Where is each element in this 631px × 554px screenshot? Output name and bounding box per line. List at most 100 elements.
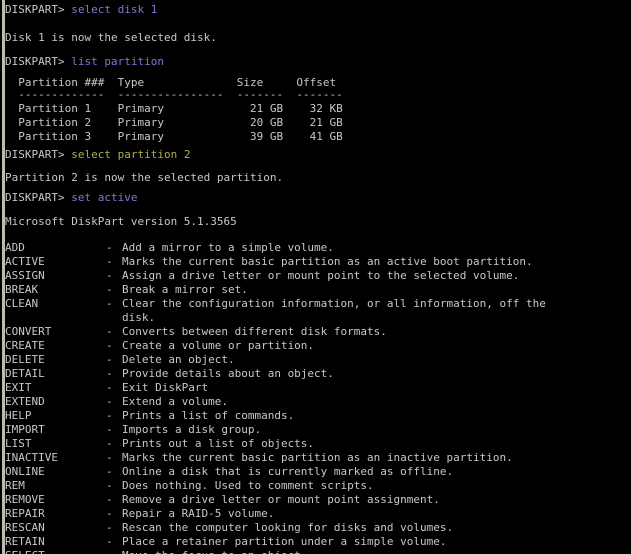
help-command-description: Provide details about an object. — [122, 367, 334, 380]
help-command-name: ADD — [5, 241, 25, 254]
help-command-name: DETAIL — [5, 367, 45, 380]
help-command-dash: - — [106, 507, 113, 520]
command-text-2: list partition — [64, 55, 164, 68]
help-command-row: LIST - Prints out a list of objects. — [5, 437, 314, 451]
help-command-description: Does nothing. Used to comment scripts. — [122, 479, 374, 492]
help-command-row: CREATE - Create a volume or partition. — [5, 339, 314, 353]
prompt-label-3: DISKPART> — [5, 148, 65, 161]
help-command-row: EXTEND - Extend a volume. — [5, 395, 228, 409]
diskpart-console-window[interactable]: DISKPART> select disk 1 Disk 1 is now th… — [0, 0, 631, 554]
console-line-command-4: DISKPART> set active — [5, 191, 137, 205]
help-command-name: INACTIVE — [5, 451, 58, 464]
help-command-name: BREAK — [5, 283, 39, 296]
help-command-row: REM - Does nothing. Used to comment script… — [5, 479, 374, 493]
help-command-description: Online a disk that is currently marked a… — [122, 465, 454, 478]
help-command-name: ONLINE — [5, 465, 45, 478]
help-command-dash: - — [106, 297, 113, 310]
help-command-row: ONLINE - Online a disk that is currently m… — [5, 465, 453, 479]
help-command-name: RETAIN — [5, 535, 45, 548]
table-row: Partition 3 Primary 39 GB 41 GB — [5, 130, 343, 143]
console-line-command-1: DISKPART> select disk 1 — [5, 3, 157, 17]
help-command-description: Imports a disk group. — [122, 423, 262, 436]
help-command-row: INACTIVE - Marks the current basic partiti… — [5, 451, 513, 465]
help-command-description: Prints out a list of objects. — [122, 437, 315, 450]
help-command-dash: - — [106, 255, 113, 268]
help-command-name: HELP — [5, 409, 32, 422]
help-command-dash: - — [106, 451, 113, 464]
help-command-dash: - — [106, 283, 113, 296]
partition-table-separator: ------------- ---------------- ------- -… — [5, 88, 343, 101]
help-command-dash: - — [106, 465, 113, 478]
console-line-command-2: DISKPART> list partition — [5, 55, 164, 69]
help-command-row: IMPORT - Imports a disk group. — [5, 423, 261, 437]
help-command-dash: - — [106, 395, 113, 408]
version-line: Microsoft DiskPart version 5.1.3565 — [5, 215, 237, 228]
help-command-description: Rescan the computer looking for disks an… — [122, 521, 454, 534]
help-command-name: REPAIR — [5, 507, 45, 520]
help-command-name: SELECT — [5, 549, 106, 554]
help-command-dash: - — [106, 381, 113, 394]
help-command-dash: - — [106, 339, 113, 352]
help-command-name: EXIT — [5, 381, 32, 394]
help-command-dash: - — [106, 325, 113, 338]
help-command-row: SELECT-Move the focus to an object. — [5, 549, 307, 554]
help-command-row: BREAK - Break a mirror set. — [5, 283, 248, 297]
help-command-name: IMPORT — [5, 423, 45, 436]
help-command-dash: - — [106, 423, 113, 436]
help-command-row: ASSIGN - Assign a drive letter or mount po… — [5, 269, 519, 283]
help-command-row: RETAIN - Place a retainer partition under … — [5, 535, 447, 549]
help-command-description: Break a mirror set. — [122, 283, 248, 296]
help-command-dash: - — [106, 409, 113, 422]
help-command-name: LIST — [5, 437, 32, 450]
help-command-description: Repair a RAID-5 volume. — [122, 507, 275, 520]
help-command-dash: - — [106, 269, 113, 282]
table-row: Partition 1 Primary 21 GB 32 KB — [5, 102, 343, 115]
console-text-area[interactable]: DISKPART> select disk 1 Disk 1 is now th… — [5, 0, 631, 554]
help-command-name: CREATE — [5, 339, 45, 352]
help-command-dash: - — [106, 367, 113, 380]
console-line-command-3: DISKPART> select partition 2 — [5, 148, 190, 162]
help-command-description: Marks the current basic partition as an … — [122, 255, 533, 268]
help-command-row: ADD - Add a mirror to a simple volume. — [5, 241, 334, 255]
help-command-dash: - — [106, 521, 113, 534]
help-command-row: EXIT - Exit DiskPart — [5, 381, 208, 395]
help-command-description: Exit DiskPart — [122, 381, 209, 394]
help-command-name: CLEAN — [5, 297, 39, 310]
help-command-description: Remove a drive letter or mount point ass… — [122, 493, 440, 506]
help-command-name: EXTEND — [5, 395, 45, 408]
help-command-row: REPAIR - Repair a RAID-5 volume. — [5, 507, 274, 521]
help-command-row: DELETE - Delete an object. — [5, 353, 235, 367]
prompt-label-4: DISKPART> — [5, 191, 65, 204]
console-line-output-3: Partition 2 is now the selected partitio… — [5, 171, 284, 184]
help-command-description: Converts between different disk formats. — [122, 325, 387, 338]
help-command-dash: - — [106, 535, 113, 548]
help-command-row: ACTIVE - Marks the current basic partition… — [5, 255, 533, 269]
help-command-name: ACTIVE — [5, 255, 45, 268]
command-text-1: select disk 1 — [64, 3, 158, 16]
command-text-4: set active — [64, 191, 138, 204]
help-command-name: RESCAN — [5, 521, 45, 534]
help-command-row: CLEAN - Clear the configuration informatio… — [5, 297, 546, 311]
help-command-description: Move the focus to an object. — [122, 549, 307, 554]
help-command-dash: - — [106, 437, 113, 450]
prompt-label-1: DISKPART> — [5, 3, 65, 16]
help-command-description: Delete an object. — [122, 353, 235, 366]
help-command-description: Marks the current basic partition as an … — [122, 451, 513, 464]
help-command-dash: - — [106, 493, 113, 506]
help-command-row: DETAIL - Provide details about an object. — [5, 367, 334, 381]
help-command-description: Add a mirror to a simple volume. — [122, 241, 334, 254]
help-command-description: Prints a list of commands. — [122, 409, 295, 422]
help-command-name: ASSIGN — [5, 269, 45, 282]
help-command-row: RESCAN - Rescan the computer looking for d… — [5, 521, 453, 535]
help-command-dash: - — [106, 353, 113, 366]
help-command-row: REMOVE - Remove a drive letter or mount po… — [5, 493, 440, 507]
help-command-row: CONVERT - Converts between different disk … — [5, 325, 387, 339]
help-command-description: Place a retainer partition under a simpl… — [122, 535, 447, 548]
command-text-3: select partition 2 — [64, 148, 191, 161]
help-command-dash: - — [106, 549, 122, 554]
help-command-description: Create a volume or partition. — [122, 339, 315, 352]
table-row: Partition 2 Primary 20 GB 21 GB — [5, 116, 343, 129]
help-command-name: CONVERT — [5, 325, 52, 338]
help-command-description: Extend a volume. — [122, 395, 228, 408]
help-command-row: HELP - Prints a list of commands. — [5, 409, 294, 423]
